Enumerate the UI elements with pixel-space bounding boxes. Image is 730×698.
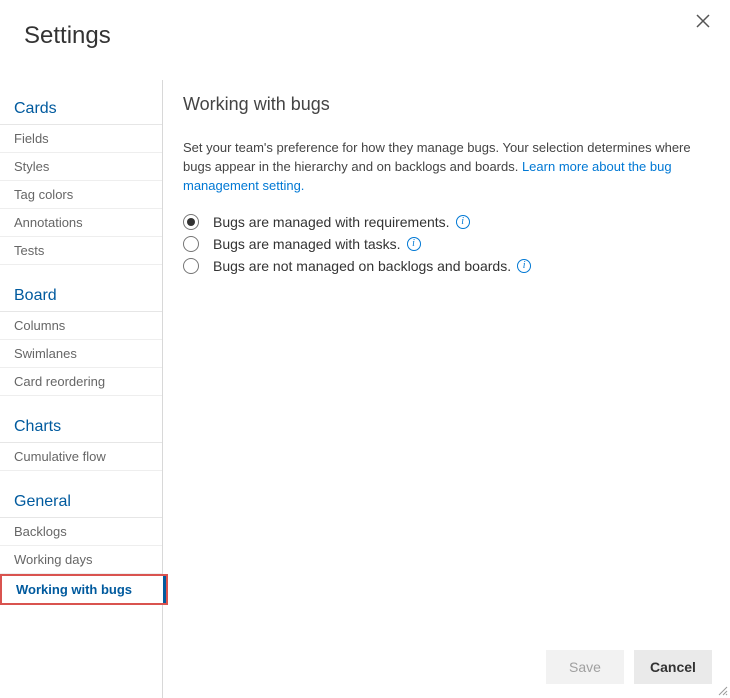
radio-option-tasks[interactable]: Bugs are managed with tasks. i [183,236,706,252]
section-header-cards: Cards [0,90,162,125]
highlight-box: Working with bugs [0,574,168,605]
section-header-charts: Charts [0,408,162,443]
nav-item-swimlanes[interactable]: Swimlanes [0,340,162,368]
radio-label: Bugs are managed with requirements. [213,214,450,230]
sidebar: Cards Fields Styles Tag colors Annotatio… [0,80,163,698]
close-button[interactable] [696,14,712,30]
nav-item-columns[interactable]: Columns [0,312,162,340]
info-icon[interactable]: i [517,259,531,273]
nav-item-tag-colors[interactable]: Tag colors [0,181,162,209]
save-button[interactable]: Save [546,650,624,684]
nav-item-annotations[interactable]: Annotations [0,209,162,237]
close-icon [696,14,710,28]
radio-button[interactable] [183,214,199,230]
dialog-footer: Save Cancel [546,650,712,684]
info-icon[interactable]: i [407,237,421,251]
info-icon[interactable]: i [456,215,470,229]
radio-label: Bugs are not managed on backlogs and boa… [213,258,511,274]
content-description: Set your team's preference for how they … [183,139,706,196]
radio-option-requirements[interactable]: Bugs are managed with requirements. i [183,214,706,230]
radio-button[interactable] [183,236,199,252]
nav-item-working-days[interactable]: Working days [0,546,162,574]
cancel-button[interactable]: Cancel [634,650,712,684]
nav-item-working-with-bugs[interactable]: Working with bugs [2,576,166,603]
nav-item-fields[interactable]: Fields [0,125,162,153]
nav-item-cumulative-flow[interactable]: Cumulative flow [0,443,162,471]
radio-button[interactable] [183,258,199,274]
section-header-board: Board [0,277,162,312]
content-pane: Working with bugs Set your team's prefer… [163,80,730,698]
radio-option-not-managed[interactable]: Bugs are not managed on backlogs and boa… [183,258,706,274]
nav-item-card-reordering[interactable]: Card reordering [0,368,162,396]
section-header-general: General [0,483,162,518]
radio-label: Bugs are managed with tasks. [213,236,401,252]
nav-item-styles[interactable]: Styles [0,153,162,181]
resize-grip-icon[interactable] [716,684,728,696]
nav-item-backlogs[interactable]: Backlogs [0,518,162,546]
content-title: Working with bugs [183,94,706,115]
dialog-title: Settings [24,22,111,50]
settings-dialog: Settings Cards Fields Styles Tag colors … [0,0,730,698]
nav-item-tests[interactable]: Tests [0,237,162,265]
